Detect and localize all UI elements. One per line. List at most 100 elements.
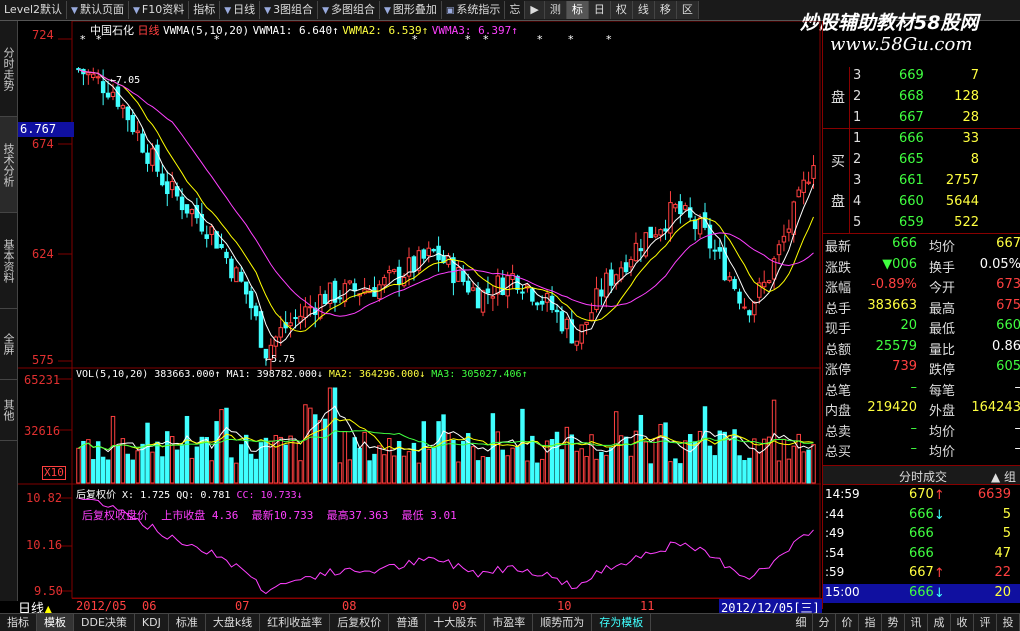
bottom-tab-kdj[interactable]: KDJ — [135, 614, 169, 631]
toolbar-mark-button[interactable]: 标 — [567, 1, 589, 19]
right-tab-price[interactable]: 价 — [836, 614, 859, 631]
toolbar-level2-button[interactable]: Level2默认 — [0, 1, 67, 19]
ticks-group-button[interactable]: ▲ 组 — [991, 468, 1016, 485]
toolbar-indicator-button[interactable]: 指标 — [189, 1, 220, 19]
bottom-tab-dividend-yield[interactable]: 红利收益率 — [260, 614, 330, 631]
right-tab-detail[interactable]: 细 — [790, 614, 813, 631]
toolbar-range-button[interactable]: 区 — [677, 1, 699, 19]
tick-row[interactable]: :44666↓5 — [823, 506, 1020, 525]
quote-label-2: 最低 — [929, 318, 955, 337]
quote-label-2: 每笔 — [929, 380, 955, 399]
toolbar-system-hint-button[interactable]: ▣系统指示 — [442, 1, 506, 19]
candle-body — [249, 291, 252, 307]
bottom-tab-pe[interactable]: 市盈率 — [485, 614, 533, 631]
period-indicator[interactable]: 日线▲ — [18, 598, 72, 613]
bottom-tab-standard[interactable]: 标准 — [169, 614, 206, 631]
bottom-tab-indicator[interactable]: 指标 — [0, 614, 37, 631]
price-axis-label: 674 — [32, 137, 54, 151]
buy-row[interactable]: 46605644 — [823, 193, 1020, 212]
left-tab-intraday[interactable]: 分时走势 — [0, 21, 17, 117]
candle-body — [743, 307, 746, 308]
buy-row[interactable]: 166633 — [823, 130, 1020, 149]
bottom-tab-template[interactable]: 模板 — [37, 614, 74, 631]
volume-bar — [304, 405, 307, 483]
right-tab-index[interactable]: 指 — [859, 614, 882, 631]
toolbar-right-button[interactable]: 权 — [611, 1, 633, 19]
left-tab-fullscreen[interactable]: 全屏 — [0, 309, 17, 380]
candle-body — [190, 210, 193, 214]
bottom-tab-top-holders[interactable]: 十大股东 — [426, 614, 485, 631]
tick-row[interactable]: :496665 — [823, 525, 1020, 544]
candle-body — [210, 227, 213, 235]
candle-body — [600, 290, 603, 296]
volume-bar — [718, 431, 721, 483]
quote-value: 383663 — [867, 298, 917, 313]
tick-row[interactable]: 14:59670↑6639 — [823, 486, 1020, 505]
toolbar-line-button[interactable]: 线 — [633, 1, 655, 19]
candle-body — [619, 268, 622, 279]
volume-header: VOL(5,10,20) 383663.000↑ MA1: 398782.000… — [76, 369, 528, 380]
quote-value-2: – — [1015, 441, 1020, 456]
quote-label-2: 换手 — [929, 257, 955, 276]
quote-value: – — [911, 441, 918, 456]
quote-label: 涨跌 — [825, 257, 851, 276]
toolbar-overlay-button[interactable]: ▼图形叠加 — [380, 1, 442, 19]
left-tab-other[interactable]: 其他 — [0, 380, 17, 441]
right-tab-news[interactable]: 讯 — [905, 614, 928, 631]
toolbar-default-page-button[interactable]: ▼默认页面 — [67, 1, 129, 19]
volume-bar — [111, 416, 114, 483]
price-axis-label: 624 — [32, 247, 54, 261]
candle-body — [693, 220, 696, 229]
candle-body — [674, 204, 677, 207]
toolbar-f10-button[interactable]: ▼F10资料 — [129, 1, 189, 19]
vol-ma2: MA2: 364296.000↓ — [329, 369, 425, 380]
bottom-tab-normal[interactable]: 普通 — [389, 614, 426, 631]
volume-bar — [131, 460, 134, 483]
buy-row[interactable]: 5659522 — [823, 214, 1020, 233]
toolbar-forget-button[interactable]: 忘 — [505, 1, 525, 19]
toolbar-multichart-button[interactable]: ▼多图组合 — [318, 1, 380, 19]
right-tab-income[interactable]: 收 — [951, 614, 974, 631]
candle-body — [797, 190, 800, 197]
right-tab-minute[interactable]: 分 — [813, 614, 836, 631]
volume-bar — [476, 461, 479, 483]
right-tab-trend[interactable]: 势 — [882, 614, 905, 631]
left-tab-fundamental[interactable]: 基本资料 — [0, 213, 17, 309]
candle-body — [289, 323, 292, 326]
tick-volume: 47 — [994, 546, 1011, 561]
toolbar-3chart-button[interactable]: ▼3图组合 — [260, 1, 318, 19]
toolbar-day-button[interactable]: 日 — [589, 1, 611, 19]
toolbar-move-button[interactable]: 移 — [655, 1, 677, 19]
volume-bar — [126, 454, 129, 483]
bottom-tab-dde[interactable]: DDE决策 — [74, 614, 135, 631]
current-price-marker: 6.767 — [18, 122, 74, 137]
candle-body — [244, 282, 247, 294]
bottom-tab-market-kline[interactable]: 大盘k线 — [206, 614, 260, 631]
buy-row[interactable]: 36612757 — [823, 172, 1020, 191]
toolbar-period-button[interactable]: ▼日线 — [220, 1, 260, 19]
sell-row[interactable]: 36697 — [823, 67, 1020, 86]
toolbar-test-button[interactable]: 测 — [545, 1, 567, 19]
bottom-tab-adjusted-price[interactable]: 后复权价 — [330, 614, 389, 631]
volume-bar — [343, 432, 346, 483]
bottom-save-template-button[interactable]: 存为模板 — [592, 614, 651, 631]
right-tab-deal[interactable]: 成 — [928, 614, 951, 631]
tick-row[interactable]: :59667↑22 — [823, 564, 1020, 583]
quote-row: 涨停739跌停605 — [823, 358, 1020, 377]
right-tab-review[interactable]: 评 — [974, 614, 997, 631]
volume-bar — [684, 441, 687, 483]
tick-row[interactable]: 15:00666↓20 — [823, 584, 1020, 603]
quote-label: 内盘 — [825, 400, 851, 419]
bottom-tab-trend[interactable]: 顺势而为 — [533, 614, 592, 631]
left-tab-technical[interactable]: 技术分析 — [0, 117, 17, 213]
vwma3-value: VWMA3: 6.397↑ — [432, 24, 518, 37]
volume-bar — [580, 449, 583, 483]
tick-row[interactable]: :5466647 — [823, 545, 1020, 564]
right-tab-invest[interactable]: 投 — [997, 614, 1020, 631]
toolbar-next-button[interactable]: ▶ — [525, 1, 544, 19]
candle-body — [240, 272, 243, 281]
sell-row[interactable]: 166728 — [823, 109, 1020, 128]
signal-star-icon: * — [80, 33, 86, 46]
sell-row[interactable]: 2668128 — [823, 88, 1020, 107]
buy-row[interactable]: 26658 — [823, 151, 1020, 170]
